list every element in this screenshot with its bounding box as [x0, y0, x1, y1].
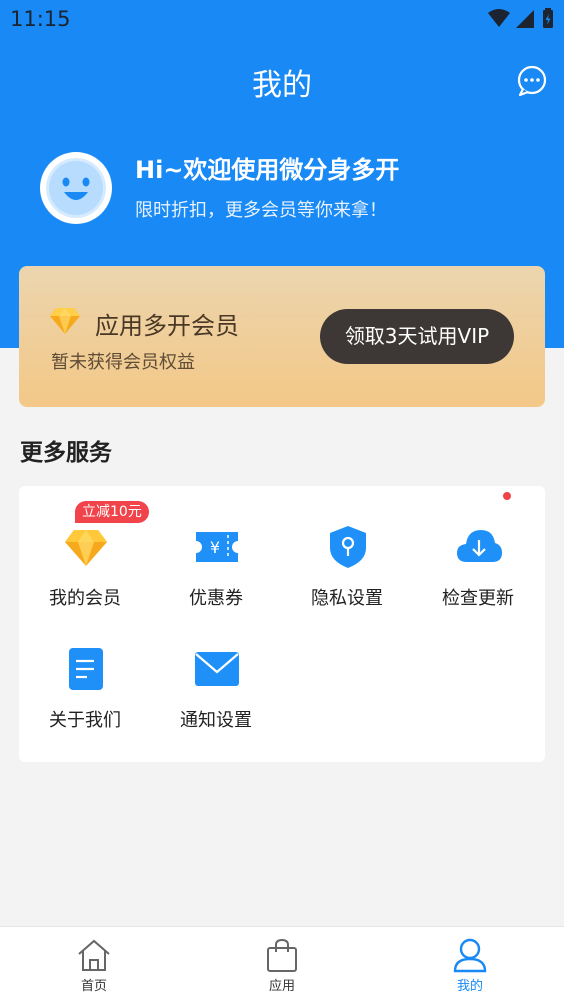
cloud-download-icon — [457, 530, 502, 562]
service-about-us[interactable]: 关于我们 — [20, 608, 150, 731]
avatar[interactable] — [40, 152, 112, 224]
document-icon — [69, 648, 103, 690]
nav-item-mine[interactable]: 我的 — [420, 927, 520, 1002]
service-check-update[interactable]: 检查更新 — [413, 486, 543, 609]
nav-label: 应用 — [268, 979, 295, 994]
svg-text:¥: ¥ — [210, 538, 220, 557]
promo-subtitle: 限时折扣，更多会员等你来拿！ — [135, 200, 387, 221]
vip-card[interactable]: 应用多开会员 暂未获得会员权益 领取3天试用VIP — [19, 266, 545, 407]
diamond-icon — [65, 530, 107, 566]
claim-vip-trial-button[interactable]: 领取3天试用VIP — [320, 309, 514, 364]
service-label: 关于我们 — [49, 710, 121, 731]
service-label: 我的会员 — [49, 588, 121, 609]
chat-bubble-icon[interactable] — [515, 64, 549, 98]
service-privacy-settings[interactable]: 隐私设置 — [282, 486, 412, 609]
services-card: 立减10元 我的会员 ¥ 优惠券 隐私设置 检查更新 关于我们 通知设置 — [19, 486, 545, 762]
nav-label: 首页 — [80, 979, 107, 994]
nav-label: 我的 — [456, 979, 483, 994]
status-time: 11:15 — [10, 7, 71, 31]
service-notification-settings[interactable]: 通知设置 — [151, 608, 281, 731]
section-title: 更多服务 — [20, 440, 112, 466]
bottom-nav: 首页 应用 我的 — [0, 926, 564, 1002]
page-title: 我的 — [252, 68, 312, 103]
user-icon — [453, 938, 487, 973]
service-coupons[interactable]: ¥ 优惠券 — [151, 486, 281, 609]
service-label: 检查更新 — [442, 588, 514, 609]
service-label: 通知设置 — [180, 710, 252, 731]
service-label: 隐私设置 — [311, 588, 383, 609]
nav-item-apps[interactable]: 应用 — [232, 927, 332, 1002]
discount-badge: 立减10元 — [75, 501, 149, 523]
wifi-icon — [488, 9, 510, 27]
smiley-avatar-icon — [42, 154, 110, 222]
shopping-bag-icon — [267, 938, 297, 972]
service-my-membership[interactable]: 立减10元 我的会员 — [20, 486, 150, 609]
diamond-icon — [50, 308, 80, 334]
nav-item-home[interactable]: 首页 — [44, 927, 144, 1002]
status-bar: 11:15 — [0, 0, 564, 40]
shield-icon — [330, 526, 366, 568]
vip-title: 应用多开会员 — [95, 312, 239, 340]
vip-subtitle: 暂未获得会员权益 — [51, 352, 195, 373]
service-label: 优惠券 — [189, 588, 243, 609]
envelope-icon — [195, 652, 239, 686]
cellular-signal-icon — [516, 10, 534, 28]
coupon-icon: ¥ — [196, 532, 238, 562]
status-icons — [488, 8, 553, 28]
greeting-text: Hi~欢迎使用微分身多开 — [135, 156, 400, 184]
home-icon — [78, 939, 110, 971]
